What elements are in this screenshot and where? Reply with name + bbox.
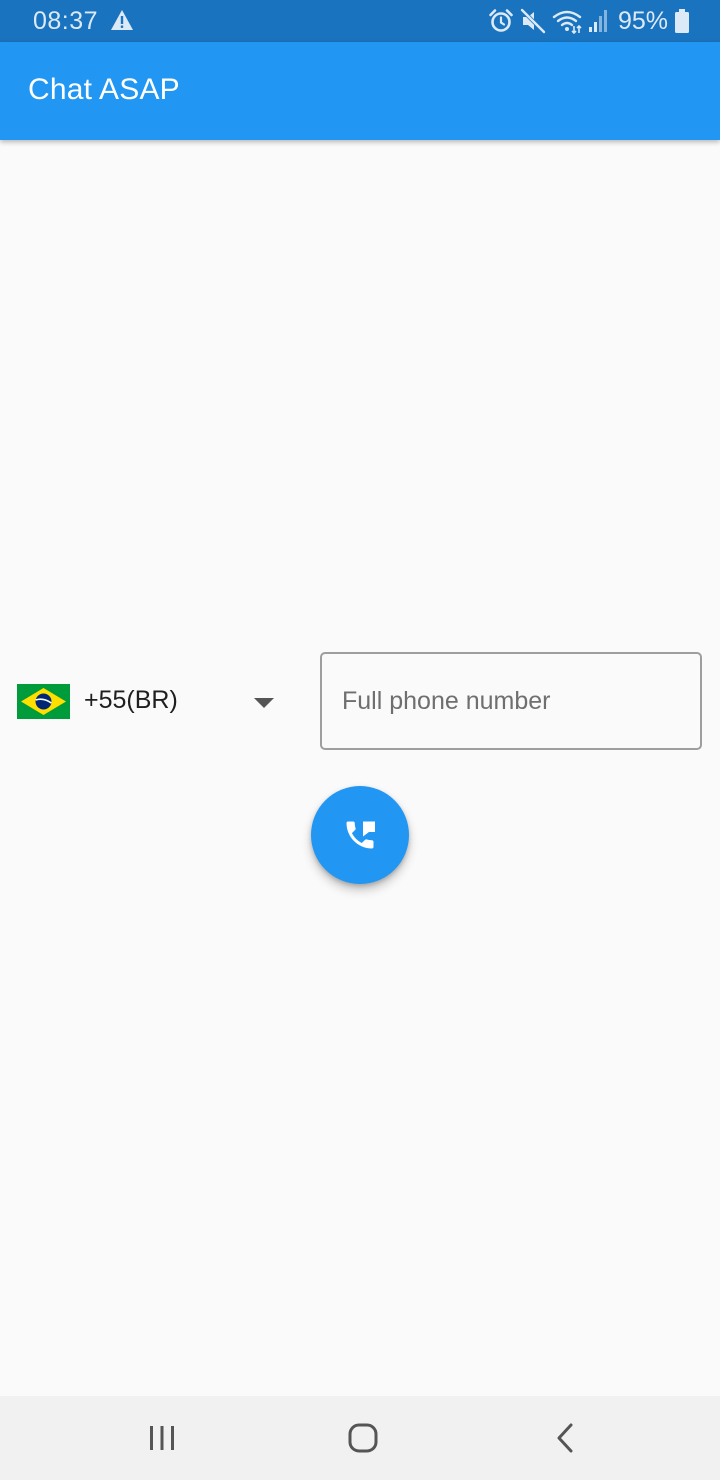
home-icon	[348, 1423, 378, 1453]
system-nav-bar	[0, 1396, 720, 1480]
recent-apps-icon	[150, 1426, 174, 1450]
signal-icon	[588, 10, 607, 32]
warning-icon	[111, 10, 133, 30]
app-bar: Chat ASAP	[0, 42, 720, 140]
status-bar: 08:37 95%	[0, 0, 720, 42]
country-code-label: +55(BR)	[84, 686, 178, 714]
battery-percent: 95%	[617, 6, 668, 35]
mute-icon	[520, 8, 546, 34]
status-icons: 95%	[488, 7, 690, 35]
wifi-icon	[552, 10, 582, 34]
back-icon	[557, 1423, 573, 1453]
brazil-flag-icon	[17, 684, 70, 719]
start-chat-button[interactable]	[311, 786, 409, 884]
alarm-icon	[489, 9, 513, 32]
back-button[interactable]	[535, 1416, 595, 1460]
app-title: Chat ASAP	[28, 73, 180, 106]
home-button[interactable]	[333, 1416, 393, 1460]
phone-number-input[interactable]	[322, 654, 700, 748]
status-time: 08:37	[33, 7, 99, 35]
phone-forward-icon	[346, 821, 375, 849]
dropdown-arrow-icon	[254, 698, 274, 708]
phone-number-field[interactable]	[320, 652, 702, 750]
recent-apps-button[interactable]	[132, 1416, 192, 1460]
battery-icon	[675, 9, 689, 33]
country-code-picker[interactable]: +55(BR)	[16, 668, 286, 734]
